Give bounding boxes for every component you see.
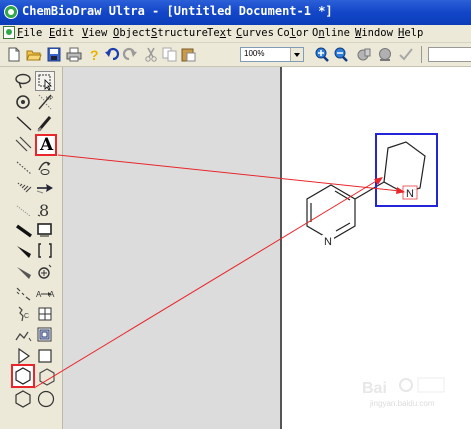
pyrrolidine-nitrogen-label: N — [406, 188, 414, 200]
annotation-arrows — [33, 154, 405, 389]
svg-text:Bai: Bai — [362, 380, 387, 397]
baidu-watermark: Bai jingyan.baidu.com — [360, 375, 450, 415]
pyridine-ring[interactable] — [306, 184, 356, 241]
molecule-overlay: N N — [33, 133, 438, 389]
connecting-bond[interactable] — [354, 181, 385, 200]
pyridine-nitrogen-label: N — [324, 236, 332, 248]
watermark-url: jingyan.baidu.com — [370, 399, 435, 408]
pyrrolidine-ring[interactable] — [383, 141, 426, 194]
